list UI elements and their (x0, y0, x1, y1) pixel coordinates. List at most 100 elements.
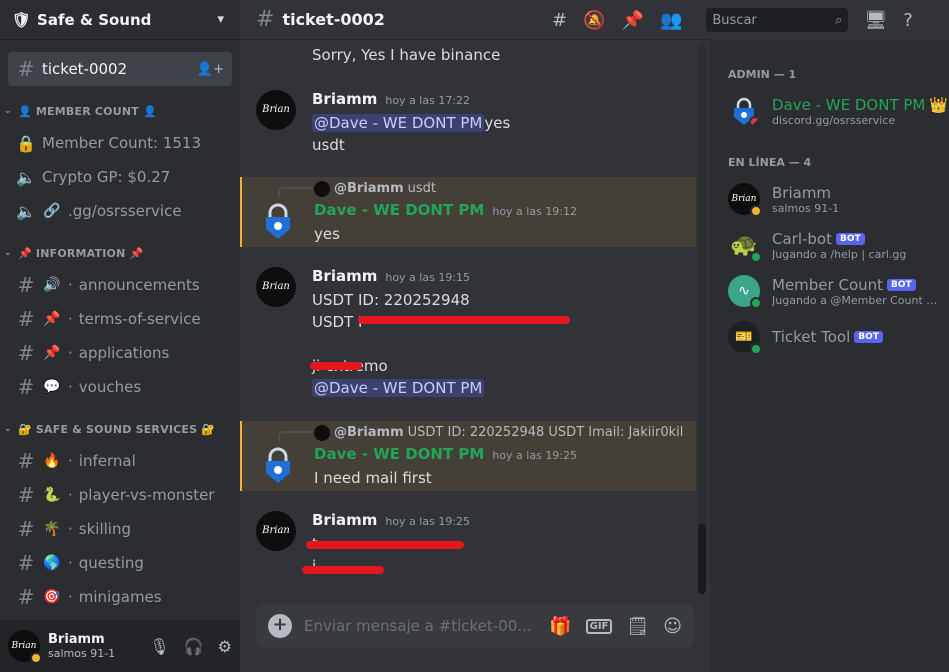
channel-terms[interactable]: # 📌 · terms-of-service (8, 302, 232, 336)
sticker-icon[interactable]: 🗒 (626, 616, 649, 637)
threads-icon[interactable]: # (552, 10, 567, 31)
lock-avatar-icon[interactable] (258, 201, 298, 241)
member-item[interactable]: ∿ Member Count BOT Jugando a @Member Coun… (710, 268, 949, 314)
voice-channel-member-count[interactable]: 🔒 Member Count: 1513 (8, 126, 232, 160)
scrollbar[interactable] (698, 44, 706, 594)
message-author[interactable]: Briamm (312, 509, 377, 531)
member-name: Ticket Tool (772, 328, 851, 346)
lock-emoji-icon: 🔐 (18, 422, 32, 436)
member-status: salmos 91-1 (772, 201, 840, 215)
message-author[interactable]: Briamm (312, 88, 377, 110)
inbox-icon[interactable]: 🖥 (864, 10, 887, 31)
chevron-down-icon: ▾ (217, 12, 224, 27)
notification-muted-icon[interactable]: 🔕 (583, 10, 605, 31)
speech-bubble-icon: 💬 (43, 379, 61, 395)
hashtag-icon: # (256, 7, 275, 32)
category-label: SAFE & SOUND SERVICES (35, 422, 198, 436)
pin-icon[interactable]: 📌 (622, 10, 644, 31)
reply-preview[interactable]: @Briamm USDT ID: 220252948 USDT Imail: Ja… (314, 423, 696, 443)
globe-icon: 🌎 (43, 555, 61, 571)
message-author[interactable]: Briamm (312, 265, 377, 287)
member-list-icon[interactable]: 👥 (660, 10, 682, 31)
gift-icon[interactable]: 🎁 (549, 616, 571, 637)
message-input[interactable] (304, 617, 538, 635)
avatar[interactable]: Brian (256, 267, 296, 307)
avatar[interactable]: Brian (8, 630, 42, 664)
online-status-dot (750, 297, 762, 309)
pin-emoji-icon: 📌 (18, 246, 32, 260)
reply-preview[interactable]: @Briamm usdt (314, 179, 696, 199)
gear-icon[interactable]: ⚙ (218, 637, 232, 656)
message-highlighted: @Briamm USDT ID: 220252948 USDT Imail: Ja… (240, 421, 696, 491)
category-services[interactable]: ⌄ 🔐 SAFE & SOUND SERVICES 🔐 (0, 414, 240, 444)
message-continuation: Sorry, Yes I have binance (240, 44, 696, 66)
server-header[interactable]: 🛡 Safe & Sound ▾ (0, 0, 240, 40)
hashtag-icon: # (17, 375, 35, 399)
member-status: discord.gg/osrsservice (772, 113, 896, 127)
pin-emoji-icon: 📌 (129, 246, 144, 260)
channel-pvm[interactable]: # 🐍 · player-vs-monster (8, 478, 232, 512)
help-icon[interactable]: ? (903, 10, 913, 31)
voice-channel-invite[interactable]: 🔈 🔗 .gg/osrsservice (8, 194, 232, 228)
channel-questing[interactable]: # 🌎 · questing (8, 546, 232, 580)
message: Brian Briamm hoy a las 19:15 USDT ID: 220… (240, 265, 696, 399)
pin-emoji-icon: 📌 (43, 311, 61, 327)
pin-emoji-icon: 📌 (43, 345, 61, 361)
avatar-text: Brian (731, 194, 757, 204)
speaker-emoji-icon: 🔊 (43, 277, 61, 293)
channel-label: applications (78, 344, 170, 362)
emoji-picker-icon[interactable]: ☺ (663, 616, 682, 637)
avatar: Brian (728, 183, 762, 217)
avatar[interactable]: Brian (256, 90, 296, 130)
scrollbar-thumb[interactable] (698, 524, 706, 594)
member-name: Briamm (772, 183, 832, 202)
category-member-count[interactable]: ⌄ 👤 MEMBER COUNT 👤 (0, 96, 240, 126)
channel-vouches[interactable]: # 💬 · vouches (8, 370, 232, 404)
user-mention[interactable]: @Dave - WE DONT PM (312, 379, 485, 397)
speaker-icon: 🔈 (16, 167, 36, 187)
search-input[interactable]: Buscar ⌕ (706, 8, 849, 32)
message-text: yes (314, 225, 340, 243)
chevron-down-icon: ⌄ (4, 424, 12, 434)
lock-avatar-icon[interactable] (258, 445, 298, 485)
member-item[interactable]: Brian Briamm salmos 91-1 (710, 176, 949, 222)
bot-badge: BOT (887, 278, 916, 291)
member-item[interactable]: 🐢 Carl-bot BOT Jugando a /help | carl.gg (710, 222, 949, 268)
idle-status-dot (750, 205, 762, 217)
channel-ticket[interactable]: # ticket-0002 👤+ (8, 52, 232, 86)
avatar (314, 425, 330, 441)
redaction-mark (302, 566, 384, 574)
channel-applications[interactable]: # 📌 · applications (8, 336, 232, 370)
server-name: Safe & Sound (37, 10, 152, 29)
member-item[interactable]: Dave - WE DONT PM 👑 discord.gg/osrsservic… (710, 88, 949, 134)
headphones-icon[interactable]: 🎧 (184, 637, 204, 656)
message-author[interactable]: Dave - WE DONT PM (314, 199, 484, 221)
message-author[interactable]: Dave - WE DONT PM (314, 443, 484, 465)
user-info[interactable]: Briamm salmos 91-1 (48, 632, 141, 660)
message-highlighted: @Briamm usdt Dave - WE DONT PM hoy a las 1… (240, 177, 696, 247)
add-member-icon[interactable]: 👤+ (197, 62, 224, 77)
lock-avatar-icon (734, 97, 760, 127)
channel-announcements[interactable]: # 🔊 · announcements (8, 268, 232, 302)
message-composer: + 🎁 GIF 🗒 ☺ (256, 604, 694, 648)
avatar[interactable]: Brian (256, 511, 296, 551)
dot-separator: · (68, 452, 73, 470)
category-information[interactable]: ⌄ 📌 INFORMATION 📌 (0, 238, 240, 268)
message-text: yes (484, 114, 511, 132)
member-item[interactable]: 🎫 Ticket Tool BOT (710, 314, 949, 360)
reply-text: USDT ID: 220252948 USDT Imail: Jakiir0ki… (407, 425, 684, 440)
message-text: ji extremo (312, 355, 696, 377)
online-status-dot (750, 251, 762, 263)
voice-channel-crypto[interactable]: 🔈 Crypto GP: $0.27 (8, 160, 232, 194)
gif-icon[interactable]: GIF (585, 618, 613, 634)
reply-author: @Briamm (334, 425, 404, 440)
channel-skilling[interactable]: # 🌴 · skilling (8, 512, 232, 546)
member-group-header: ADMIN — 1 (728, 67, 797, 81)
user-mention[interactable]: @Dave - WE DONT PM (312, 114, 485, 132)
channel-infernal[interactable]: # 🔥 · infernal (8, 444, 232, 478)
channel-title: ticket-0002 (282, 10, 385, 29)
add-attachment-button[interactable]: + (268, 614, 292, 638)
hashtag-icon: # (17, 273, 35, 297)
channel-minigames[interactable]: # 🎯 · minigames (8, 580, 232, 614)
microphone-icon[interactable]: 🎙 (149, 637, 169, 656)
